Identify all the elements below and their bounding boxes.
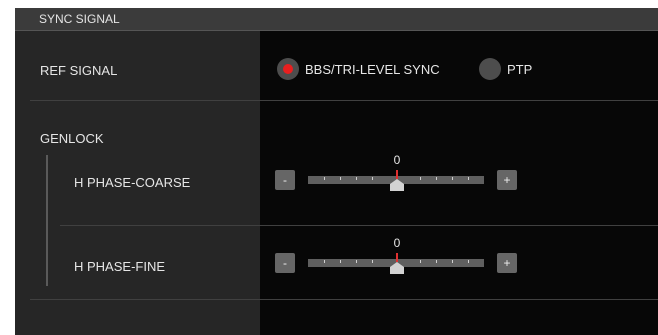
h-phase-fine-plus-button[interactable]: + <box>497 253 517 273</box>
h-phase-coarse-minus-button[interactable]: - <box>275 170 295 190</box>
slider-tick <box>436 260 437 263</box>
row-divider <box>30 299 658 300</box>
row-divider <box>30 100 658 101</box>
slider-tick <box>420 260 421 263</box>
h-phase-fine-value: 0 <box>393 236 401 250</box>
slider-tick <box>356 177 357 180</box>
radio-unselected-icon <box>479 58 501 80</box>
slider-tick <box>372 260 373 263</box>
section-title: SYNC SIGNAL <box>39 12 120 26</box>
sync-signal-panel: SYNC SIGNAL REF SIGNAL BBS/TRI-LEVEL SYN… <box>15 8 658 335</box>
slider-tick <box>452 177 453 180</box>
radio-selected-icon <box>277 58 299 80</box>
h-phase-fine-label: H PHASE-FINE <box>74 259 166 274</box>
h-phase-fine-center-mark <box>396 253 398 262</box>
slider-tick <box>468 177 469 180</box>
h-phase-fine-slider-thumb-icon[interactable] <box>390 262 404 274</box>
section-header: SYNC SIGNAL <box>15 8 658 31</box>
radio-bbs-label: BBS/TRI-LEVEL SYNC <box>305 61 440 77</box>
radio-bbs-tri-level-sync[interactable]: BBS/TRI-LEVEL SYNC <box>277 58 440 80</box>
slider-tick <box>452 260 453 263</box>
slider-tick <box>340 177 341 180</box>
row-divider <box>60 225 658 226</box>
h-phase-fine-minus-button[interactable]: - <box>275 253 295 273</box>
radio-ptp-label: PTP <box>507 61 533 77</box>
slider-tick <box>468 260 469 263</box>
h-phase-coarse-plus-button[interactable]: + <box>497 170 517 190</box>
genlock-label: GENLOCK <box>40 131 104 146</box>
ref-signal-label: REF SIGNAL <box>40 63 118 78</box>
slider-tick <box>420 177 421 180</box>
group-indent-line <box>46 155 48 286</box>
h-phase-coarse-slider-thumb-icon[interactable] <box>390 179 404 191</box>
h-phase-coarse-label: H PHASE-COARSE <box>74 175 191 190</box>
h-phase-coarse-value: 0 <box>393 153 401 167</box>
radio-ptp[interactable]: PTP <box>479 58 532 80</box>
h-phase-coarse-center-mark <box>396 170 398 179</box>
slider-tick <box>356 260 357 263</box>
slider-tick <box>340 260 341 263</box>
slider-tick <box>436 177 437 180</box>
slider-tick <box>324 177 325 180</box>
slider-tick <box>372 177 373 180</box>
slider-tick <box>324 260 325 263</box>
